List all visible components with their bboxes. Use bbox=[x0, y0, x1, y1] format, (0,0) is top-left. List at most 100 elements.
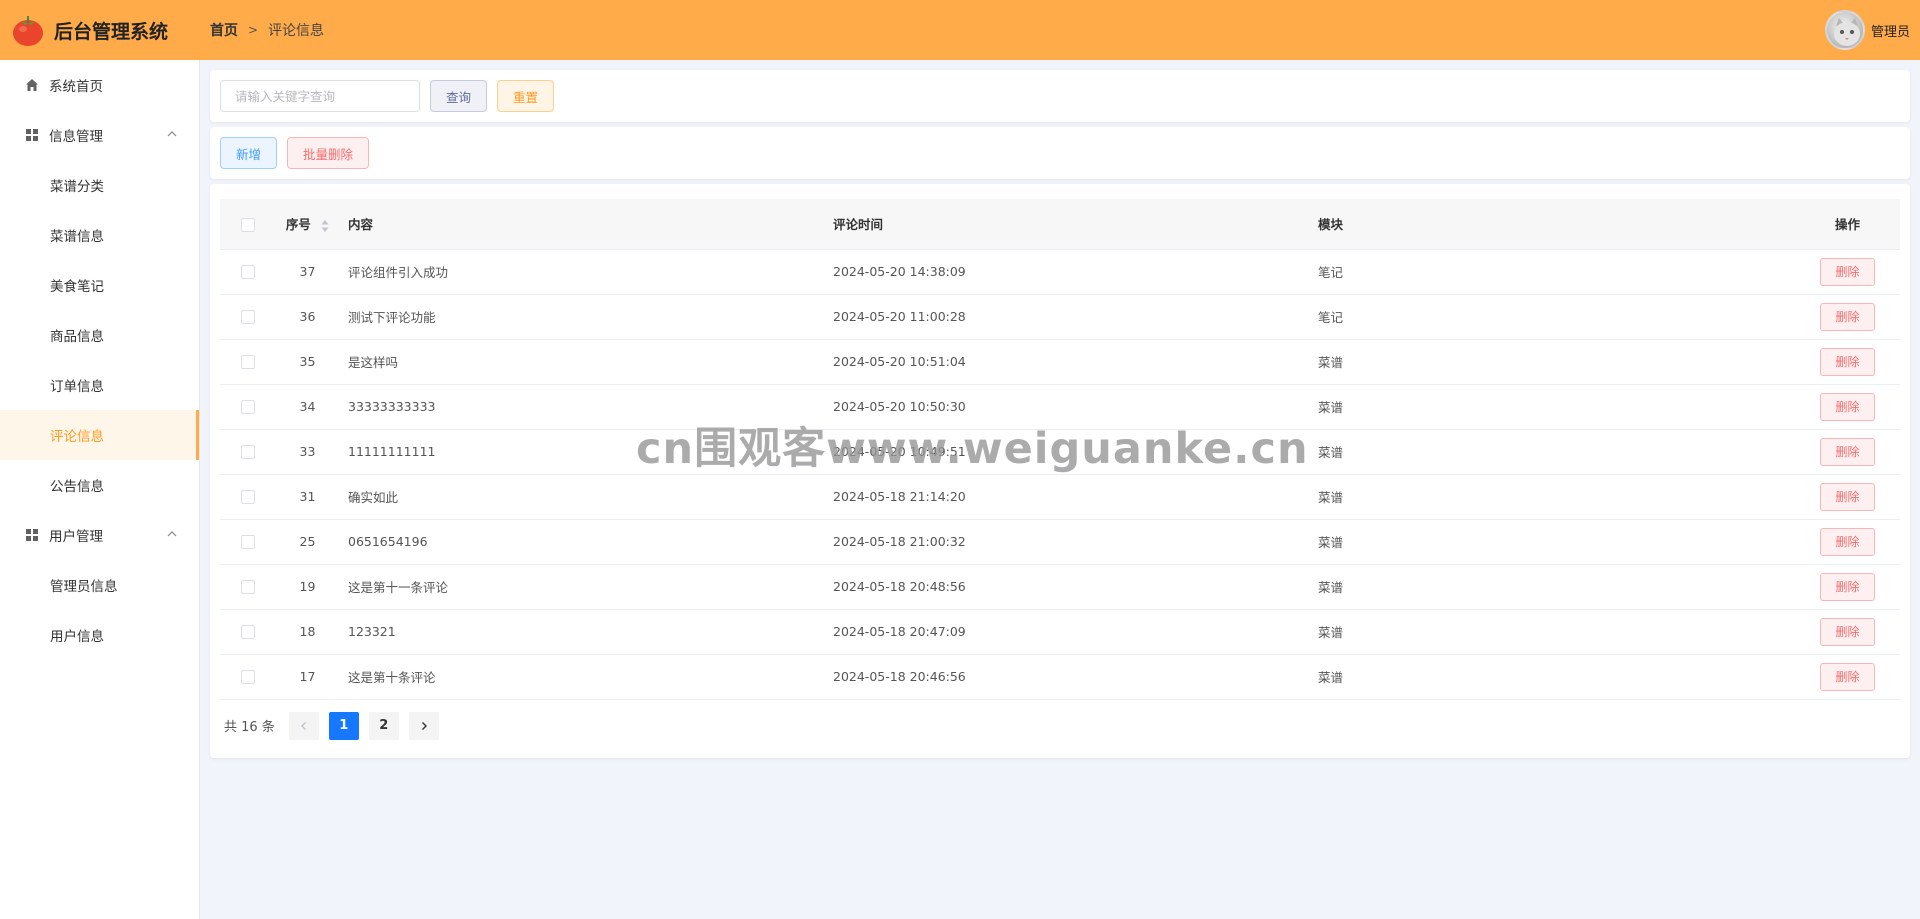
row-checkbox[interactable] bbox=[240, 670, 255, 685]
reset-button[interactable]: 重置 bbox=[497, 80, 555, 112]
row-checkbox[interactable] bbox=[240, 490, 255, 505]
row-id: 35 bbox=[275, 339, 340, 385]
row-select-cell[interactable] bbox=[220, 474, 275, 520]
delete-button[interactable]: 删除 bbox=[1820, 437, 1875, 466]
delete-button[interactable]: 删除 bbox=[1820, 482, 1875, 511]
chevron-right-icon: > bbox=[248, 23, 259, 37]
row-checkbox[interactable] bbox=[240, 265, 255, 280]
delete-button[interactable]: 删除 bbox=[1820, 257, 1875, 286]
row-checkbox[interactable] bbox=[240, 580, 255, 595]
row-time: 2024-05-18 21:00:32 bbox=[825, 519, 1310, 565]
sidebar-item-recipe-info[interactable]: 菜谱信息 bbox=[0, 210, 199, 260]
row-select-cell[interactable] bbox=[220, 339, 275, 385]
sort-icon[interactable] bbox=[321, 219, 329, 233]
row-module: 菜谱 bbox=[1310, 519, 1795, 565]
batch-delete-button[interactable]: 批量删除 bbox=[287, 137, 370, 169]
row-content: 123321 bbox=[340, 609, 825, 655]
row-select-cell[interactable] bbox=[220, 609, 275, 655]
row-module: 菜谱 bbox=[1310, 339, 1795, 385]
row-checkbox[interactable] bbox=[240, 535, 255, 550]
avatar[interactable] bbox=[1824, 10, 1865, 50]
row-select-cell[interactable] bbox=[220, 519, 275, 565]
row-checkbox[interactable] bbox=[240, 625, 255, 640]
row-content: 0651654196 bbox=[340, 519, 825, 565]
cat-avatar-icon bbox=[1833, 18, 1860, 46]
row-checkbox[interactable] bbox=[240, 355, 255, 370]
header-id[interactable]: 序号 bbox=[275, 199, 340, 250]
sidebar-item-admins[interactable]: 管理员信息 bbox=[0, 560, 199, 610]
grid-icon bbox=[26, 129, 38, 141]
sidebar-item-label: 管理员信息 bbox=[50, 579, 118, 595]
row-select-cell[interactable] bbox=[220, 294, 275, 340]
row-checkbox[interactable] bbox=[240, 400, 255, 415]
row-module: 笔记 bbox=[1310, 249, 1795, 295]
row-select-cell[interactable] bbox=[220, 429, 275, 475]
sidebar-item-label: 信息管理 bbox=[49, 129, 103, 145]
row-select-cell[interactable] bbox=[220, 384, 275, 430]
select-all-checkbox[interactable] bbox=[240, 217, 255, 232]
row-select-cell[interactable] bbox=[220, 249, 275, 295]
row-module: 菜谱 bbox=[1310, 609, 1795, 655]
delete-button[interactable]: 删除 bbox=[1820, 527, 1875, 556]
row-op: 删除 bbox=[1795, 384, 1900, 430]
header-op: 操作 bbox=[1795, 199, 1900, 250]
comments-table: 序号 内容 评论时间 模块 操作 37 评论组件引入成功 2024-05-20 14… bbox=[220, 199, 1900, 700]
sidebar-item-label: 美食笔记 bbox=[50, 279, 104, 295]
row-id: 25 bbox=[275, 519, 340, 565]
header-select-all[interactable] bbox=[220, 199, 275, 250]
pagination: 共 16 条 1 2 bbox=[220, 711, 1900, 740]
table-row: 31 确实如此 2024-05-18 21:14:20 菜谱 删除 bbox=[220, 474, 1900, 520]
row-select-cell[interactable] bbox=[220, 654, 275, 700]
sidebar-item-label: 用户信息 bbox=[50, 629, 104, 645]
chevron-up-icon bbox=[167, 531, 177, 537]
sidebar-item-notices[interactable]: 公告信息 bbox=[0, 460, 199, 510]
sidebar-item-label: 订单信息 bbox=[50, 379, 104, 395]
sidebar-item-products[interactable]: 商品信息 bbox=[0, 310, 199, 360]
row-checkbox[interactable] bbox=[240, 310, 255, 325]
page-2-button[interactable]: 2 bbox=[368, 711, 399, 740]
sidebar-item-label: 评论信息 bbox=[50, 429, 104, 445]
delete-button[interactable]: 删除 bbox=[1820, 392, 1875, 421]
delete-button[interactable]: 删除 bbox=[1820, 347, 1875, 376]
prev-page-button[interactable] bbox=[288, 711, 319, 740]
page-1-button[interactable]: 1 bbox=[328, 711, 359, 740]
row-op: 删除 bbox=[1795, 564, 1900, 610]
table-row: 33 11111111111 2024-05-20 10:49:51 菜谱 删除 bbox=[220, 429, 1900, 475]
sidebar-item-food-notes[interactable]: 美食笔记 bbox=[0, 260, 199, 310]
row-checkbox[interactable] bbox=[240, 445, 255, 460]
sidebar-item-label: 用户管理 bbox=[49, 529, 103, 545]
logo: 后台管理系统 bbox=[0, 12, 200, 48]
sidebar-item-home[interactable]: 系统首页 bbox=[0, 60, 199, 110]
grid-icon bbox=[26, 529, 38, 541]
next-page-button[interactable] bbox=[408, 711, 439, 740]
search-button[interactable]: 查询 bbox=[430, 80, 488, 112]
row-op: 删除 bbox=[1795, 294, 1900, 340]
row-content: 11111111111 bbox=[340, 429, 825, 475]
sidebar-item-comments[interactable]: 评论信息 bbox=[0, 410, 199, 460]
table-row: 35 是这样吗 2024-05-20 10:51:04 菜谱 删除 bbox=[220, 339, 1900, 385]
sidebar-group-info[interactable]: 信息管理 bbox=[0, 110, 199, 160]
row-module: 菜谱 bbox=[1310, 474, 1795, 520]
table-row: 17 这是第十条评论 2024-05-18 20:46:56 菜谱 删除 bbox=[220, 654, 1900, 700]
row-content: 这是第十条评论 bbox=[340, 654, 825, 700]
sidebar-item-label: 公告信息 bbox=[50, 479, 104, 495]
delete-button[interactable]: 删除 bbox=[1820, 662, 1875, 691]
add-button[interactable]: 新增 bbox=[220, 137, 278, 169]
sidebar-item-recipe-category[interactable]: 菜谱分类 bbox=[0, 160, 199, 210]
delete-button[interactable]: 删除 bbox=[1820, 302, 1875, 331]
sidebar-item-orders[interactable]: 订单信息 bbox=[0, 360, 199, 410]
breadcrumb: 首页 > 评论信息 bbox=[210, 20, 324, 40]
breadcrumb-home[interactable]: 首页 bbox=[210, 20, 238, 40]
user-menu[interactable]: 管理员 bbox=[1824, 10, 1910, 50]
row-select-cell[interactable] bbox=[220, 564, 275, 610]
header-time: 评论时间 bbox=[825, 199, 1310, 250]
user-name[interactable]: 管理员 bbox=[1871, 21, 1910, 40]
sidebar-item-users[interactable]: 用户信息 bbox=[0, 610, 199, 660]
sidebar-group-users[interactable]: 用户管理 bbox=[0, 510, 199, 560]
delete-button[interactable]: 删除 bbox=[1820, 617, 1875, 646]
sidebar-item-label: 商品信息 bbox=[50, 329, 104, 345]
sidebar-item-label: 系统首页 bbox=[49, 79, 103, 95]
delete-button[interactable]: 删除 bbox=[1820, 572, 1875, 601]
search-input[interactable] bbox=[220, 80, 420, 112]
row-op: 删除 bbox=[1795, 429, 1900, 475]
